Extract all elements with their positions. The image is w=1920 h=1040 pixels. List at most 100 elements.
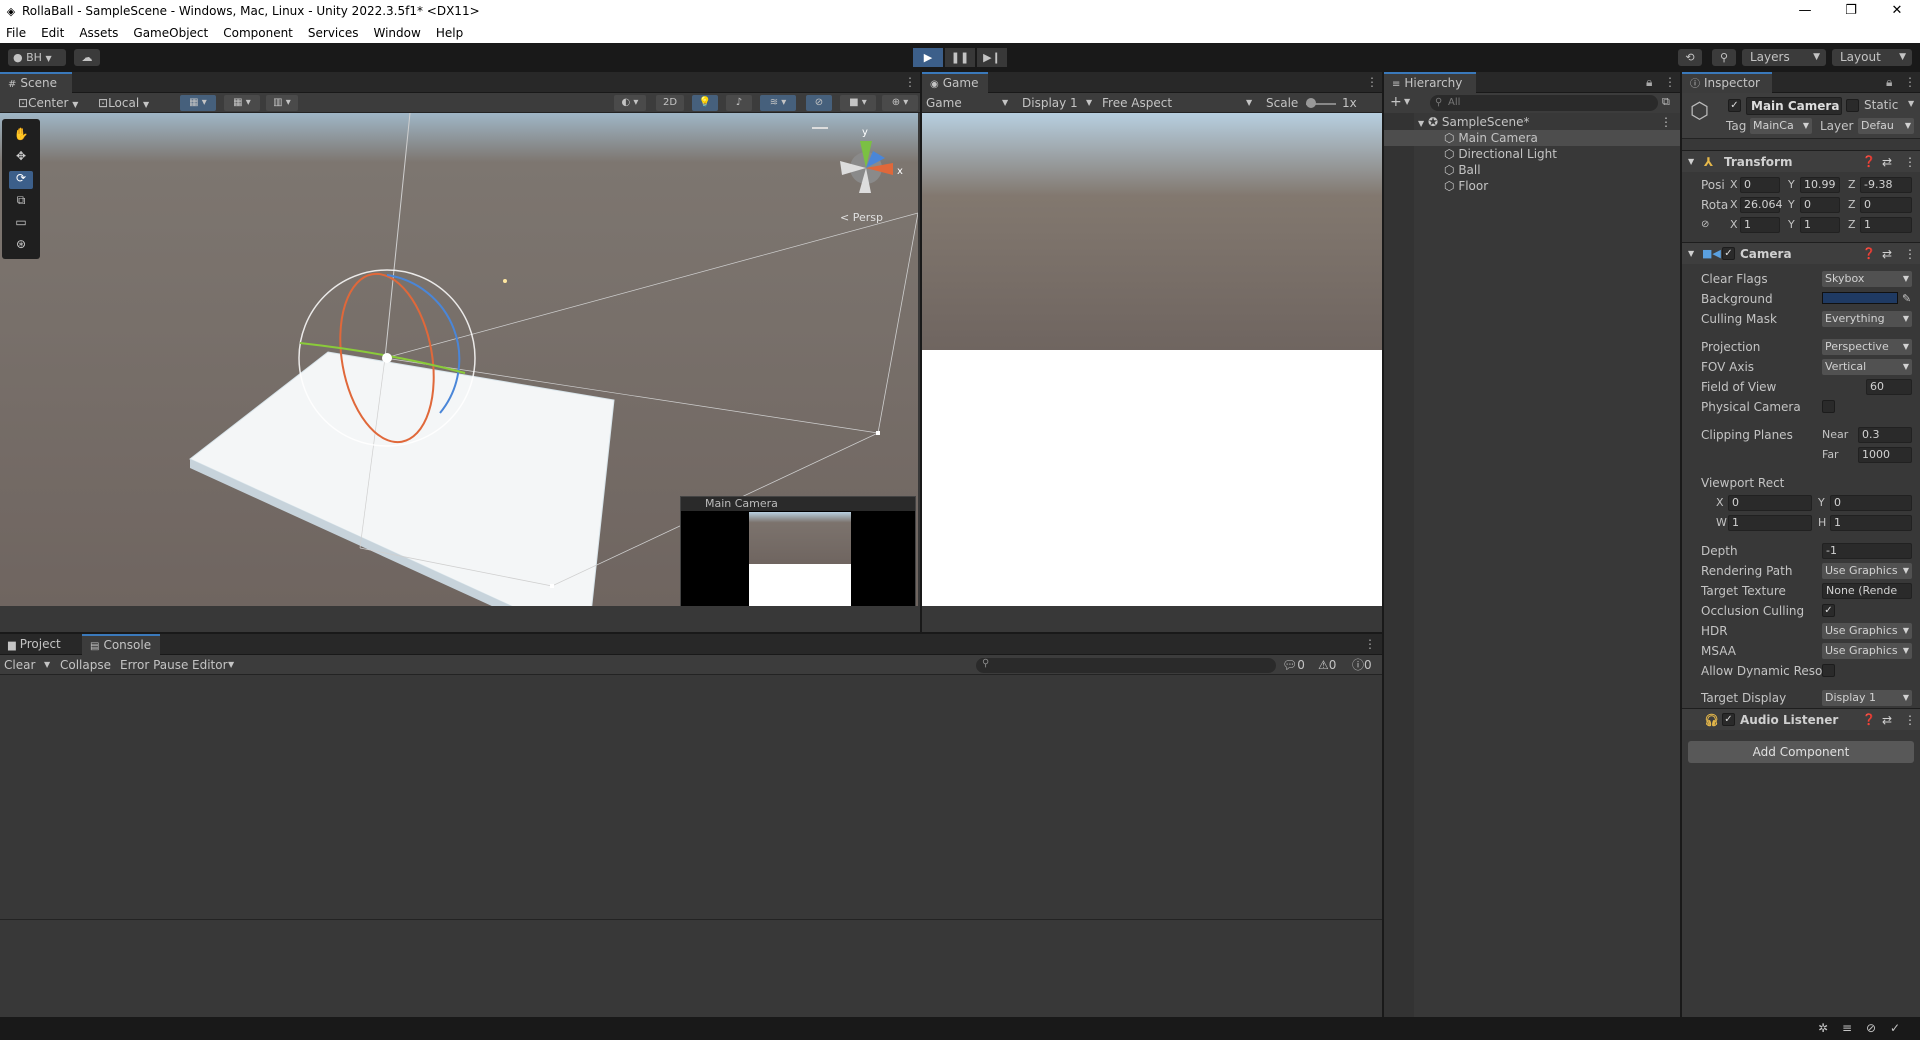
step-button[interactable]: ▶❙ [977,48,1007,67]
console-log-area[interactable] [0,675,1382,919]
display-dropdown[interactable]: Display 1 [1022,95,1078,111]
rect-tool-icon[interactable]: ▭ [9,215,33,233]
hand-tool-icon[interactable]: ✋ [9,127,33,145]
view-type-dropdown[interactable]: Game [926,95,962,111]
add-component-button[interactable]: Add Component [1688,741,1914,763]
pivot-dropdown[interactable]: ⊡Center ▼ [18,95,78,111]
scene-viewport[interactable]: y x < Persp ✋ ✥ ⟳ ⧉ ▭ ⊛ Main Camera [0,113,918,606]
layers-dropdown[interactable]: Layers ▼ [1742,49,1826,66]
fov-axis-dropdown[interactable]: Vertical ▼ [1822,359,1912,375]
position-x-field[interactable]: 0 [1740,177,1780,193]
increment-snap-toggle[interactable]: ▦ ▾ [224,95,260,111]
scale-z-field[interactable]: 1 [1860,217,1912,233]
static-checkbox[interactable] [1846,99,1859,112]
hierarchy-search-input[interactable]: ⚲ All [1430,95,1658,111]
viewport-y-field[interactable]: 0 [1830,495,1912,511]
log-count[interactable]: 💬︎0 [1282,657,1305,673]
viewport-w-field[interactable]: 1 [1728,515,1812,531]
more-icon[interactable]: ⋮ [904,75,916,89]
position-y-field[interactable]: 10.99 [1800,177,1840,193]
tab-inspector[interactable]: ⓘ Inspector [1682,72,1772,93]
tab-game[interactable]: ◉ Game [922,72,988,93]
more-icon[interactable]: ⋮ [1904,243,1916,265]
hierarchy-item[interactable]: ⬡ Main Camera [1384,130,1680,146]
effects-dropdown[interactable]: ≋ ▾ [760,95,796,111]
ruler-toggle[interactable]: ▥ ▾ [266,95,298,111]
gizmos-dropdown[interactable]: ⊕ ▾ [882,95,918,111]
more-icon[interactable]: ⋮ [1904,151,1916,173]
help-icon[interactable]: ❓ [1862,709,1876,731]
constrain-scale-icon[interactable]: ⊘ [1701,216,1709,234]
visibility-toggle[interactable]: ⊘ [806,95,832,111]
far-field[interactable]: 1000 [1858,447,1912,463]
camera-enabled-checkbox[interactable]: ✓ [1722,247,1735,260]
transform-header[interactable]: ▼ ⅄ Transform ❓ ⇄ ⋮ [1682,150,1920,172]
grid-snap-toggle[interactable]: ▦ ▾ [180,95,216,111]
hierarchy-item[interactable]: ⬡ Floor [1444,178,1488,194]
aspect-dropdown[interactable]: Free Aspect [1102,95,1172,111]
cache-icon[interactable]: ≡ [1842,1021,1852,1035]
rotation-y-field[interactable]: 0 [1800,197,1840,213]
projection-dropdown[interactable]: Perspective ▼ [1822,339,1912,355]
chevron-down-icon[interactable]: ▼ [228,657,234,673]
dynamic-resolution-checkbox[interactable] [1822,664,1835,677]
menu-assets[interactable]: Assets [79,26,118,40]
rotation-z-field[interactable]: 0 [1860,197,1912,213]
game-canvas[interactable] [922,113,1382,606]
play-button[interactable]: ▶ [913,48,943,67]
menu-gameobject[interactable]: GameObject [133,26,208,40]
chevron-down-icon[interactable]: ▼ [44,657,50,673]
lock-icon[interactable]: 🔒︎ [1646,75,1652,90]
2d-toggle[interactable]: 2D [656,95,684,111]
lighting-toggle[interactable]: 💡 [692,95,718,111]
editor-dropdown[interactable]: Editor [192,657,228,673]
camera-dropdown[interactable]: ■ ▾ [840,95,876,111]
eyedropper-icon[interactable]: ✎ [1902,290,1911,308]
scale-slider-thumb[interactable] [1306,98,1316,108]
near-field[interactable]: 0.3 [1858,427,1912,443]
scene-visibility-icon[interactable]: ⧉ [1662,95,1670,109]
rotation-x-field[interactable]: 26.064 [1740,197,1783,213]
audio-toggle[interactable]: ♪ [726,95,752,111]
fov-field[interactable]: 60 [1866,379,1912,395]
scale-tool-icon[interactable]: ⧉ [9,193,33,211]
position-z-field[interactable]: -9.38 [1860,177,1912,193]
audio-listener-checkbox[interactable]: ✓ [1722,713,1735,726]
console-detail-area[interactable] [0,920,1382,1017]
background-color-swatch[interactable] [1822,292,1898,304]
move-tool-icon[interactable]: ✥ [9,149,33,167]
pause-button[interactable]: ❚❚ [945,48,975,67]
search-button[interactable]: ⚲ [1712,49,1736,66]
presets-icon[interactable]: ⇄ [1882,243,1892,265]
tab-scene[interactable]: # Scene [0,72,72,93]
more-icon[interactable]: ⋮ [1366,75,1378,89]
rendering-path-dropdown[interactable]: Use Graphics ▼ [1822,563,1912,579]
network-icon[interactable]: ⊘ [1866,1021,1876,1035]
presets-icon[interactable]: ⇄ [1882,709,1892,731]
warning-count[interactable]: ⚠0 [1318,657,1336,673]
add-icon[interactable]: + [1390,94,1402,110]
tag-dropdown[interactable]: MainCa ▼ [1750,118,1812,134]
depth-field[interactable]: -1 [1822,543,1912,559]
target-texture-field[interactable]: None (Rende [1822,583,1912,599]
chevron-down-icon[interactable]: ▼ [1908,99,1914,108]
culling-mask-dropdown[interactable]: Everything ▼ [1822,311,1912,327]
clear-flags-dropdown[interactable]: Skybox ▼ [1822,271,1912,287]
viewport-x-field[interactable]: 0 [1728,495,1812,511]
hierarchy-item[interactable]: ⬡ Directional Light [1444,146,1557,162]
draw-mode-dropdown[interactable]: ◐ ▾ [614,95,646,111]
target-display-dropdown[interactable]: Display 1 ▼ [1822,690,1912,706]
tab-project[interactable]: ▆ Project [0,634,80,655]
menu-window[interactable]: Window [374,26,421,40]
more-icon[interactable]: ⋮ [1904,75,1916,89]
bug-icon[interactable]: ✲ [1818,1021,1828,1035]
hdr-dropdown[interactable]: Use Graphics ▼ [1822,623,1912,639]
tab-console[interactable]: ▤ Console [82,634,160,655]
layer-dropdown[interactable]: Defau ▼ [1858,118,1914,134]
cloud-button[interactable]: ☁ [74,49,100,66]
menu-file[interactable]: File [6,26,26,40]
undo-history-button[interactable]: ⟲ [1678,49,1702,66]
viewport-h-field[interactable]: 1 [1830,515,1912,531]
rotate-tool-icon[interactable]: ⟳ [9,171,33,189]
presets-icon[interactable]: ⇄ [1882,151,1892,173]
